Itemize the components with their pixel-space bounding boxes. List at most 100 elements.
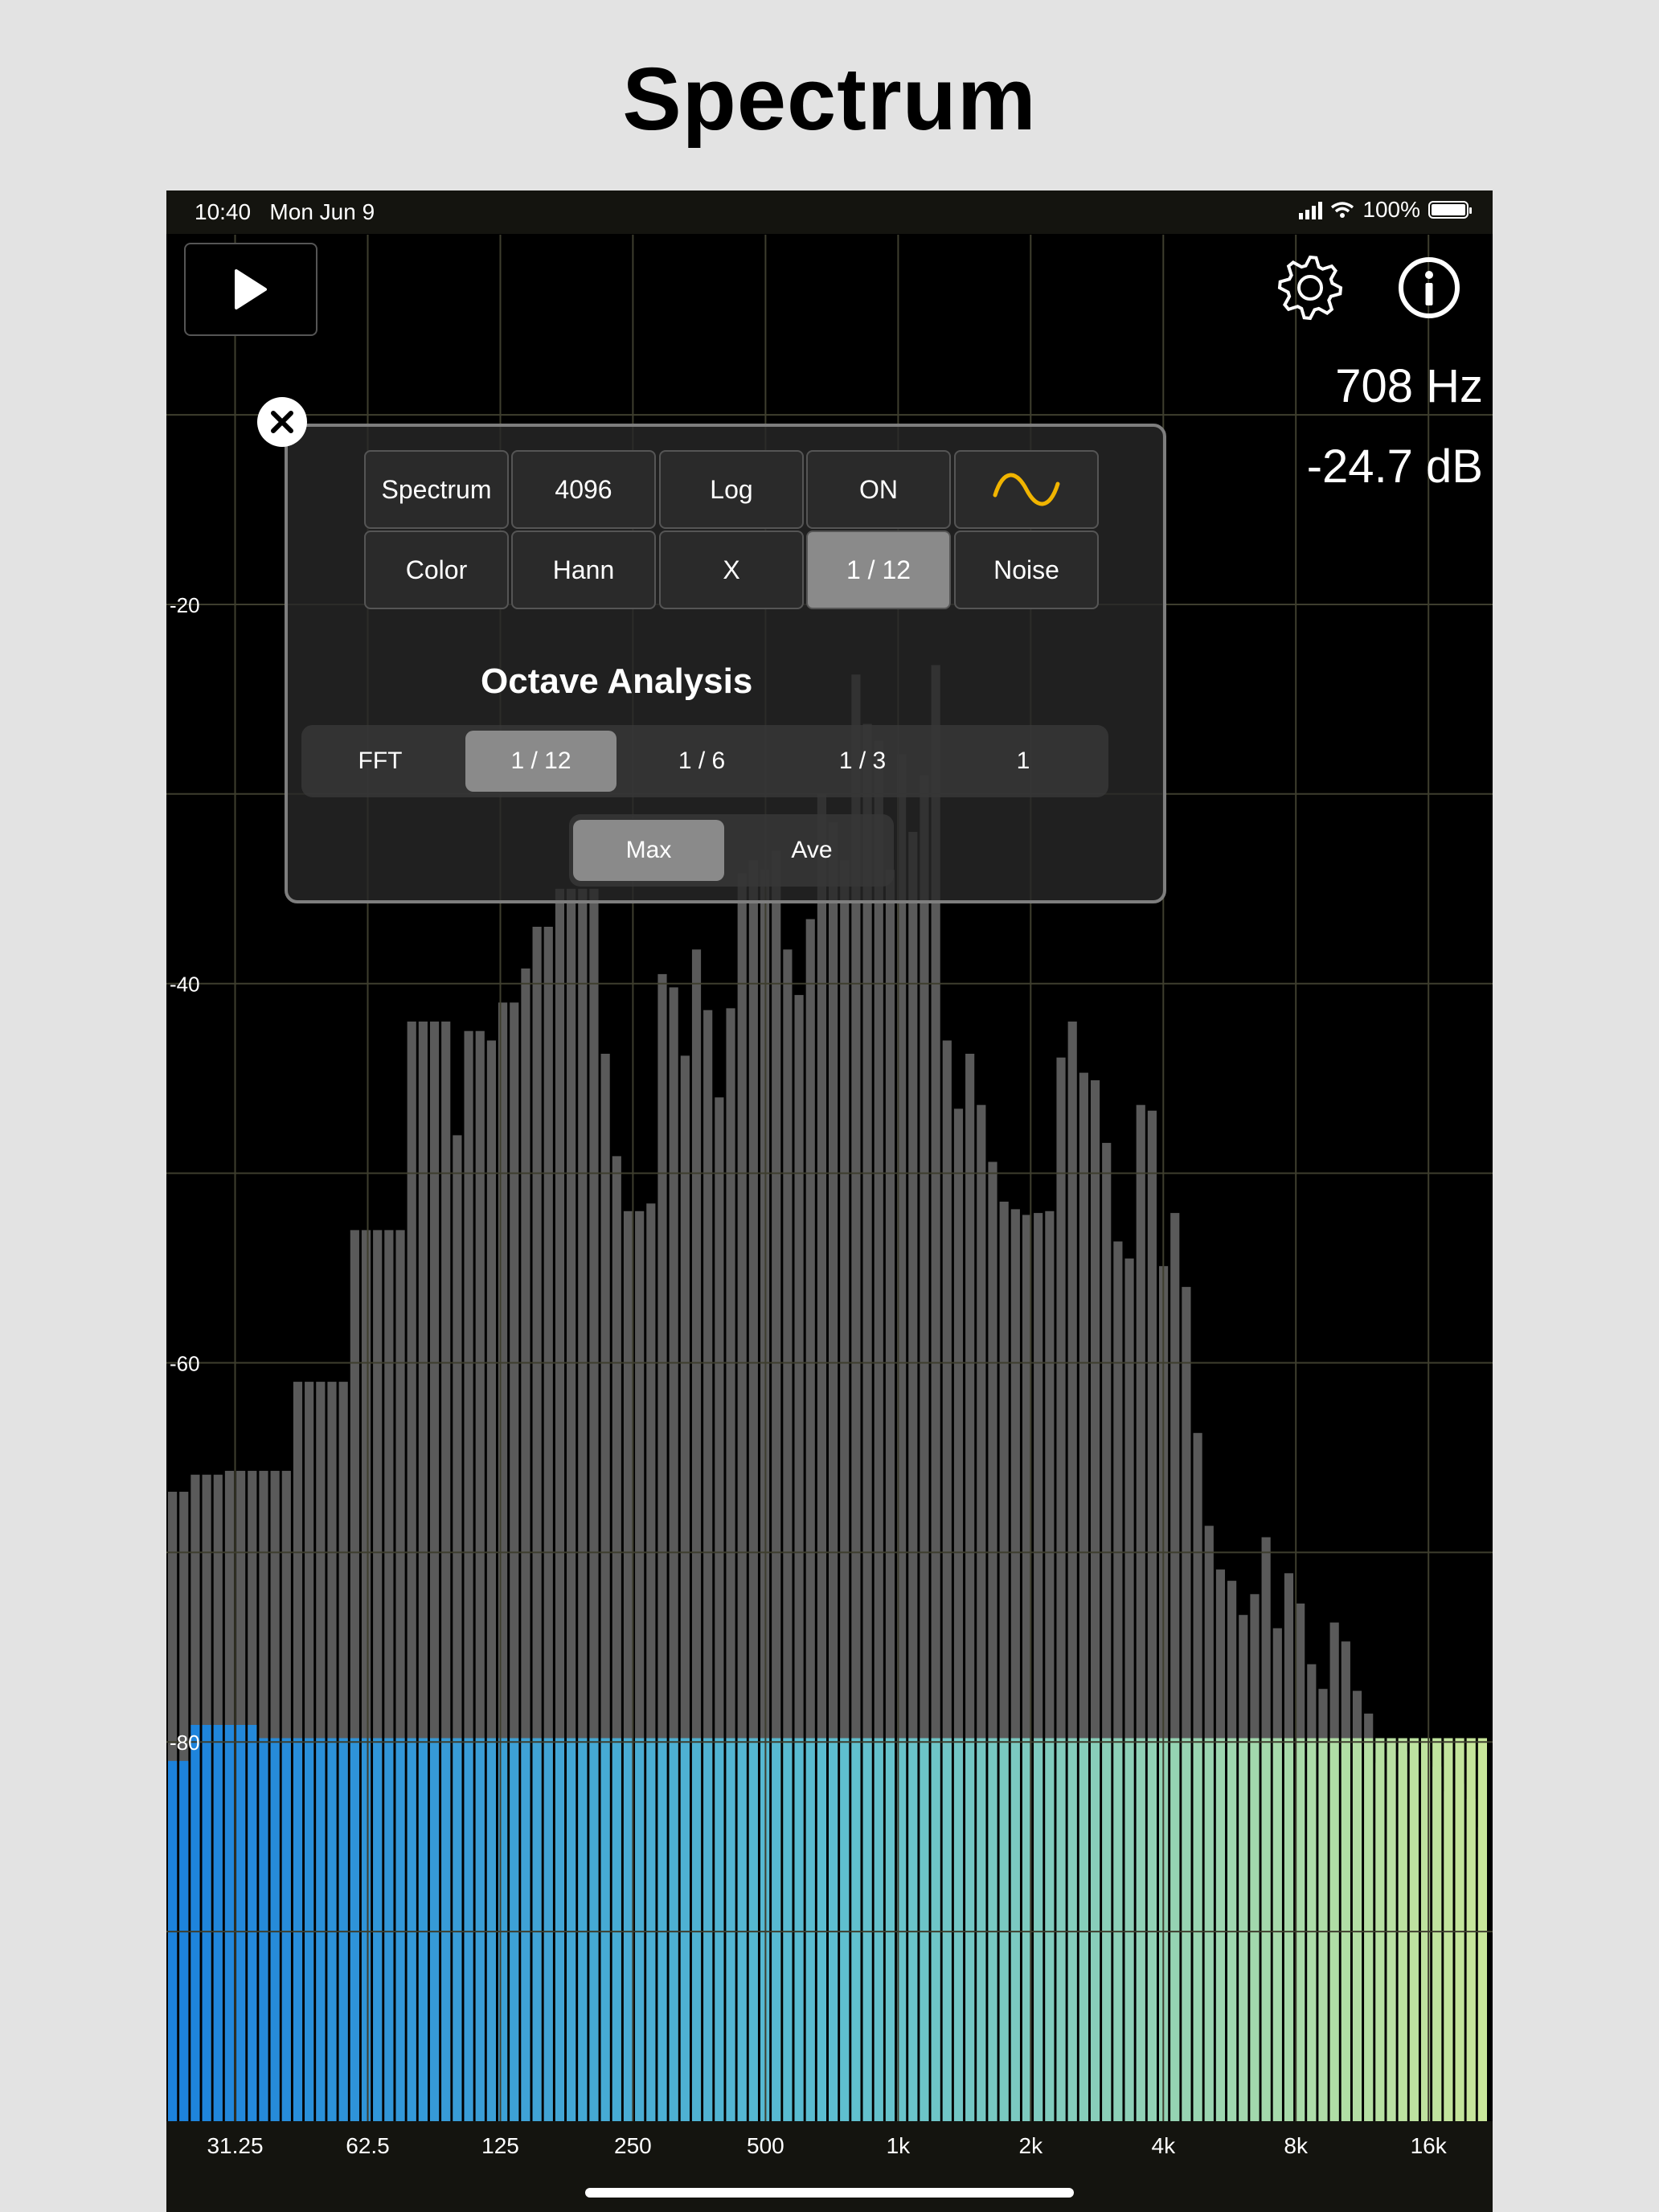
y-tick-label: -20 xyxy=(170,593,200,617)
live-bar xyxy=(772,1738,781,2121)
mode-option-ave[interactable]: Ave xyxy=(735,814,888,887)
live-bar xyxy=(783,1738,793,2121)
live-bar xyxy=(794,1738,804,2121)
live-bar xyxy=(213,1725,223,2121)
noise-button[interactable]: Noise xyxy=(954,530,1099,609)
x-tick-label: 1k xyxy=(887,2133,911,2158)
live-bar xyxy=(1193,1738,1202,2121)
live-bar xyxy=(305,1738,314,2121)
y-tick-label: -80 xyxy=(170,1731,200,1755)
live-bar xyxy=(1067,1738,1077,2121)
octave-option-1-6[interactable]: 1 / 6 xyxy=(623,725,780,797)
live-bar xyxy=(612,1738,621,2121)
octave-option-fft[interactable]: FFT xyxy=(301,725,459,797)
live-bar xyxy=(1113,1738,1123,2121)
live-bar xyxy=(1124,1738,1134,2121)
live-bar xyxy=(1398,1738,1407,2121)
live-bar xyxy=(965,1738,975,2121)
x-tick-label: 31.25 xyxy=(207,2133,263,2158)
live-bar xyxy=(669,1738,678,2121)
live-bar xyxy=(1432,1738,1442,2121)
octave-option-1[interactable]: 1 xyxy=(944,725,1102,797)
close-panel-button[interactable] xyxy=(257,397,307,447)
live-bar xyxy=(1444,1738,1453,2121)
live-bar xyxy=(1466,1738,1476,2121)
battery-percent: 100% xyxy=(1362,197,1420,222)
sine-wave-icon xyxy=(993,473,1060,506)
live-bar xyxy=(748,1738,758,2121)
status-time: 10:40 Mon Jun 9 xyxy=(195,199,375,225)
x-tick-label: 500 xyxy=(747,2133,784,2158)
live-bar xyxy=(1375,1738,1385,2121)
live-bar xyxy=(1296,1738,1305,2121)
live-bar xyxy=(942,1738,952,2121)
scale-log-button[interactable]: Log xyxy=(659,450,804,529)
mode-spectrum-button[interactable]: Spectrum xyxy=(364,450,509,529)
live-bar xyxy=(874,1738,883,2121)
play-icon xyxy=(235,269,267,309)
live-bar xyxy=(737,1738,747,2121)
live-bar xyxy=(885,1738,895,2121)
x-tick-label: 62.5 xyxy=(346,2133,390,2158)
hold-on-button[interactable]: ON xyxy=(806,450,951,529)
live-bar xyxy=(248,1725,257,2121)
live-bar xyxy=(1250,1738,1260,2121)
live-bar xyxy=(510,1738,519,2121)
fft-size-button[interactable]: 4096 xyxy=(511,450,656,529)
live-bar xyxy=(475,1738,485,2121)
live-bar xyxy=(1182,1738,1191,2121)
close-icon xyxy=(271,411,293,433)
live-bar xyxy=(1215,1738,1226,2121)
battery-icon xyxy=(1428,201,1472,219)
live-bar xyxy=(840,1738,850,2121)
y-tick-label: -40 xyxy=(170,973,200,997)
live-bar xyxy=(281,1738,291,2121)
live-bar xyxy=(179,1760,189,2121)
live-bar xyxy=(361,1738,371,2121)
live-bar xyxy=(464,1738,473,2121)
app-screen: 31.25 62.5 125 250 500 1k 2k 4k 8k 16k -20 -40 -60 -… xyxy=(166,190,1493,2212)
live-bar xyxy=(635,1738,645,2121)
x-button[interactable]: X xyxy=(659,530,804,609)
live-bar xyxy=(1387,1738,1396,2121)
live-bar xyxy=(202,1725,211,2121)
live-bar xyxy=(703,1738,713,2121)
live-bar xyxy=(999,1738,1009,2121)
info-button[interactable] xyxy=(1395,253,1464,322)
live-bar xyxy=(1079,1738,1088,2121)
settings-button[interactable] xyxy=(1276,253,1345,322)
generator-button[interactable] xyxy=(954,450,1099,529)
level-readout: -24.7 dB xyxy=(1306,440,1483,493)
live-bar xyxy=(1010,1738,1020,2121)
live-bar xyxy=(1136,1738,1145,2121)
live-bar xyxy=(441,1738,451,2121)
octave-analysis-title: Octave Analysis xyxy=(481,662,753,701)
live-bar xyxy=(555,1738,565,2121)
color-button[interactable]: Color xyxy=(364,530,509,609)
x-tick-label: 16k xyxy=(1411,2133,1448,2158)
octave-1-12-button[interactable]: 1 / 12 xyxy=(806,530,951,609)
gear-icon xyxy=(1277,255,1343,321)
live-bar xyxy=(1045,1738,1055,2121)
play-button[interactable] xyxy=(184,243,317,336)
x-tick-label: 2k xyxy=(1019,2133,1044,2158)
live-bar xyxy=(623,1738,633,2121)
live-bar xyxy=(316,1738,326,2121)
live-bar xyxy=(600,1738,610,2121)
live-bar xyxy=(338,1738,348,2121)
live-bar xyxy=(851,1738,861,2121)
live-bar xyxy=(931,1738,940,2121)
octave-option-1-3[interactable]: 1 / 3 xyxy=(784,725,941,797)
status-bar: 10:40 Mon Jun 9 100% xyxy=(166,190,1493,234)
window-hann-button[interactable]: Hann xyxy=(511,530,656,609)
octave-option-1-12[interactable]: 1 / 12 xyxy=(465,731,616,792)
status-date: Mon Jun 9 xyxy=(269,199,375,224)
live-bar xyxy=(680,1738,690,2121)
mode-option-max[interactable]: Max xyxy=(573,820,724,881)
live-bar xyxy=(350,1738,359,2121)
live-bar xyxy=(327,1738,337,2121)
live-bar xyxy=(977,1738,986,2121)
x-tick-label: 4k xyxy=(1152,2133,1177,2158)
live-bar xyxy=(1170,1738,1180,2121)
live-bar xyxy=(1364,1738,1374,2121)
